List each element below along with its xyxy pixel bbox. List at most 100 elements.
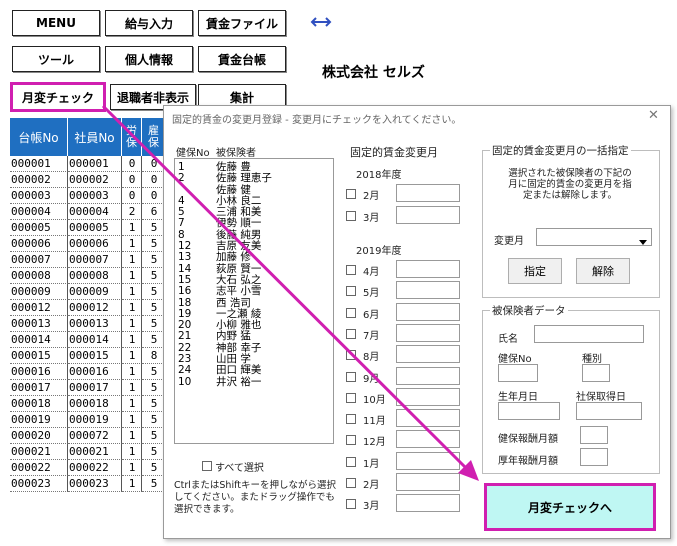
table-row[interactable]: 000022 000022 1 5 <box>10 460 170 476</box>
table-cell: 000022 <box>10 460 68 476</box>
month-field[interactable] <box>396 387 460 406</box>
month-checkbox[interactable] <box>346 392 356 403</box>
select-all-checkbox[interactable] <box>202 461 212 471</box>
birth-field[interactable] <box>498 402 560 420</box>
table-cell: 000022 <box>68 460 122 476</box>
table-row[interactable]: 000014 000014 1 5 <box>10 332 170 348</box>
table-row[interactable]: 000008 000008 1 5 <box>10 268 170 284</box>
month-checkbox[interactable] <box>346 211 356 221</box>
list-item[interactable]: 16 志平 小雪 <box>178 285 272 297</box>
table-row[interactable]: 000021 000021 1 5 <box>10 444 170 460</box>
wage-ledger-button[interactable]: 賃金台帳 <box>198 46 286 72</box>
change-month-dialog: 固定的賃金の変更月登録 - 変更月にチェックを入れてください。 ✕ 健保No 被… <box>163 105 671 539</box>
name-field[interactable] <box>534 325 644 343</box>
month-field[interactable] <box>396 281 460 300</box>
month-label: 4月 <box>363 267 380 278</box>
table-cell: 000021 <box>68 444 122 460</box>
monthly-change-check-button[interactable]: 月変チェック <box>10 82 106 112</box>
kenpo-no-field[interactable] <box>498 364 538 382</box>
change-month-select[interactable] <box>536 228 652 246</box>
table-cell: 000016 <box>68 364 122 380</box>
month-field[interactable] <box>396 184 460 202</box>
kenpo-salary-field[interactable] <box>580 426 608 444</box>
month-label: 2月 <box>363 480 380 491</box>
table-row[interactable]: 000015 000015 1 8 <box>10 348 170 364</box>
table-cell: 000005 <box>10 220 68 236</box>
clear-button[interactable]: 解除 <box>576 258 630 284</box>
list-item[interactable]: 2 佐藤 理恵子 <box>178 172 272 184</box>
personal-info-button[interactable]: 個人情報 <box>105 46 193 72</box>
month-label: 1月 <box>363 458 380 470</box>
table-row[interactable]: 000018 000018 1 5 <box>10 396 170 412</box>
wage-file-button[interactable]: 賃金ファイル <box>198 10 286 36</box>
table-row[interactable]: 000009 000009 1 5 <box>10 284 170 300</box>
table-cell: 000012 <box>10 300 68 316</box>
month-field[interactable] <box>396 494 460 513</box>
table-row[interactable]: 000001 000001 0 0 <box>10 156 170 172</box>
month-field[interactable] <box>396 430 460 449</box>
go-monthly-check-button[interactable]: 月変チェックへ <box>484 483 656 531</box>
month-label: 5月 <box>363 288 380 300</box>
table-cell: 000007 <box>10 252 68 268</box>
menu-button[interactable]: MENU <box>12 10 100 36</box>
kind-field[interactable] <box>582 364 610 382</box>
month-field[interactable] <box>396 323 460 342</box>
table-cell: 000012 <box>68 300 122 316</box>
table-row[interactable]: 000012 000012 1 5 <box>10 300 170 316</box>
table-row[interactable]: 000020 000072 1 5 <box>10 428 170 444</box>
month-checkbox[interactable] <box>346 189 356 199</box>
month-checkbox[interactable] <box>346 414 356 425</box>
month-field[interactable] <box>396 302 460 321</box>
table-row[interactable]: 000023 000023 1 5 <box>10 476 170 492</box>
kosei-salary-field[interactable] <box>580 448 608 466</box>
tools-button[interactable]: ツール <box>12 46 100 72</box>
month-field[interactable] <box>396 345 460 364</box>
month-row: 10月 <box>346 387 466 408</box>
table-cell: 000072 <box>68 428 122 444</box>
salary-input-button[interactable]: 給与入力 <box>105 10 193 36</box>
list-item[interactable]: 10 井沢 裕一 <box>178 376 272 388</box>
table-cell: 000007 <box>68 252 122 268</box>
month-checkbox[interactable] <box>346 265 356 275</box>
month-checkbox[interactable] <box>346 307 356 318</box>
list-item[interactable]: 13 加藤 修 <box>178 252 272 264</box>
table-cell: 000009 <box>68 284 122 300</box>
month-checkbox[interactable] <box>346 435 356 446</box>
table-cell: 1 <box>122 348 142 364</box>
table-cell: 000001 <box>68 156 122 172</box>
table-row[interactable]: 000004 000004 2 6 <box>10 204 170 220</box>
month-field[interactable] <box>396 473 460 491</box>
table-row[interactable]: 000002 000002 0 0 <box>10 172 170 188</box>
table-row[interactable]: 000006 000006 1 5 <box>10 236 170 252</box>
month-field[interactable] <box>396 409 460 428</box>
table-row[interactable]: 000013 000013 1 5 <box>10 316 170 332</box>
month-checkbox[interactable] <box>346 456 356 467</box>
month-checkbox[interactable] <box>346 371 356 382</box>
assign-button[interactable]: 指定 <box>508 258 562 284</box>
table-row[interactable]: 000007 000007 1 5 <box>10 252 170 268</box>
month-field[interactable] <box>396 451 460 470</box>
acq-date-label: 社保取得日 <box>576 392 626 403</box>
month-field[interactable] <box>396 206 460 224</box>
table-row[interactable]: 000017 000017 1 5 <box>10 380 170 396</box>
list-item[interactable]: 24 田口 輝美 <box>178 365 272 377</box>
month-checkbox[interactable] <box>346 499 356 510</box>
month-label: 2月 <box>363 191 380 202</box>
month-field[interactable] <box>396 366 460 385</box>
month-checkbox[interactable] <box>346 478 356 488</box>
double-arrow-icon[interactable] <box>308 12 334 32</box>
table-row[interactable]: 000005 000005 1 5 <box>10 220 170 236</box>
month-field[interactable] <box>396 260 460 278</box>
acq-date-field[interactable] <box>576 402 642 420</box>
month-checkbox[interactable] <box>346 328 356 339</box>
table-cell: 000023 <box>68 476 122 492</box>
insured-listbox[interactable]: 1 佐藤 豊 2 佐藤 理恵子 佐藤 健 4 小林 良二 5 三浦 和美 7 伊勢 順一 8 後藤 純男… <box>174 158 334 444</box>
month-row: 6月 <box>346 302 466 323</box>
close-icon[interactable]: ✕ <box>648 108 659 123</box>
table-row[interactable]: 000016 000016 1 5 <box>10 364 170 380</box>
table-cell: 000006 <box>10 236 68 252</box>
table-row[interactable]: 000019 000019 1 5 <box>10 412 170 428</box>
month-checkbox[interactable] <box>346 286 356 297</box>
table-row[interactable]: 000003 000003 0 0 <box>10 188 170 204</box>
month-checkbox[interactable] <box>346 350 356 361</box>
